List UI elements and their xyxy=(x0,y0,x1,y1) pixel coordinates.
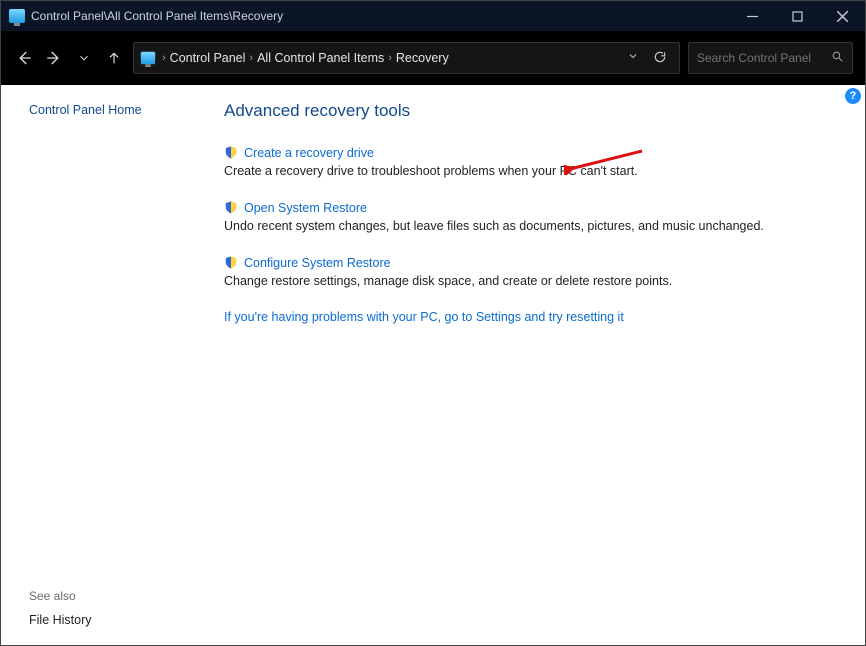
close-button[interactable] xyxy=(820,1,865,31)
address-dropdown-icon[interactable] xyxy=(627,50,639,67)
create-recovery-drive-link[interactable]: Create a recovery drive xyxy=(244,146,374,160)
maximize-button[interactable] xyxy=(775,1,820,31)
window-titlebar: Control Panel\All Control Panel Items\Re… xyxy=(1,1,865,31)
page-heading: Advanced recovery tools xyxy=(224,101,841,121)
help-icon[interactable]: ? xyxy=(845,88,861,104)
search-input[interactable] xyxy=(697,51,827,65)
minimize-button[interactable] xyxy=(730,1,775,31)
location-icon xyxy=(141,52,155,65)
up-button[interactable] xyxy=(103,47,125,69)
sidebar: Control Panel Home See also File History xyxy=(1,85,206,645)
file-history-link[interactable]: File History xyxy=(29,613,206,627)
reset-pc-link[interactable]: If you're having problems with your PC, … xyxy=(224,310,624,324)
tool-description: Change restore settings, manage disk spa… xyxy=(224,274,841,288)
chevron-icon: › xyxy=(162,52,166,64)
content-area: Control Panel Home See also File History… xyxy=(1,85,865,645)
tool-item: Create a recovery drive Create a recover… xyxy=(224,145,841,178)
breadcrumb-seg-recovery[interactable]: Recovery xyxy=(396,51,449,65)
app-icon xyxy=(9,9,25,23)
tool-description: Undo recent system changes, but leave fi… xyxy=(224,219,841,233)
recent-dropdown[interactable] xyxy=(73,47,95,69)
breadcrumb-seg-control-panel[interactable]: Control Panel xyxy=(170,51,246,65)
breadcrumb-seg-all-items[interactable]: All Control Panel Items xyxy=(257,51,384,65)
search-box[interactable] xyxy=(688,42,853,74)
main-panel: ? Advanced recovery tools Create a recov… xyxy=(206,85,865,645)
refresh-button[interactable] xyxy=(653,50,667,67)
navigation-bar: › Control Panel › All Control Panel Item… xyxy=(1,31,865,85)
see-also-label: See also xyxy=(29,589,206,603)
shield-icon xyxy=(224,255,238,270)
address-bar[interactable]: › Control Panel › All Control Panel Item… xyxy=(133,42,680,74)
chevron-icon: › xyxy=(388,52,392,64)
forward-button[interactable] xyxy=(43,47,65,69)
chevron-icon: › xyxy=(249,52,253,64)
shield-icon xyxy=(224,200,238,215)
open-system-restore-link[interactable]: Open System Restore xyxy=(244,201,367,215)
tool-description: Create a recovery drive to troubleshoot … xyxy=(224,164,841,178)
back-button[interactable] xyxy=(13,47,35,69)
search-icon[interactable] xyxy=(831,50,844,66)
window-title: Control Panel\All Control Panel Items\Re… xyxy=(31,9,283,23)
configure-system-restore-link[interactable]: Configure System Restore xyxy=(244,256,391,270)
shield-icon xyxy=(224,145,238,160)
tool-item: Open System Restore Undo recent system c… xyxy=(224,200,841,233)
control-panel-home-link[interactable]: Control Panel Home xyxy=(29,103,206,117)
tool-item: Configure System Restore Change restore … xyxy=(224,255,841,288)
